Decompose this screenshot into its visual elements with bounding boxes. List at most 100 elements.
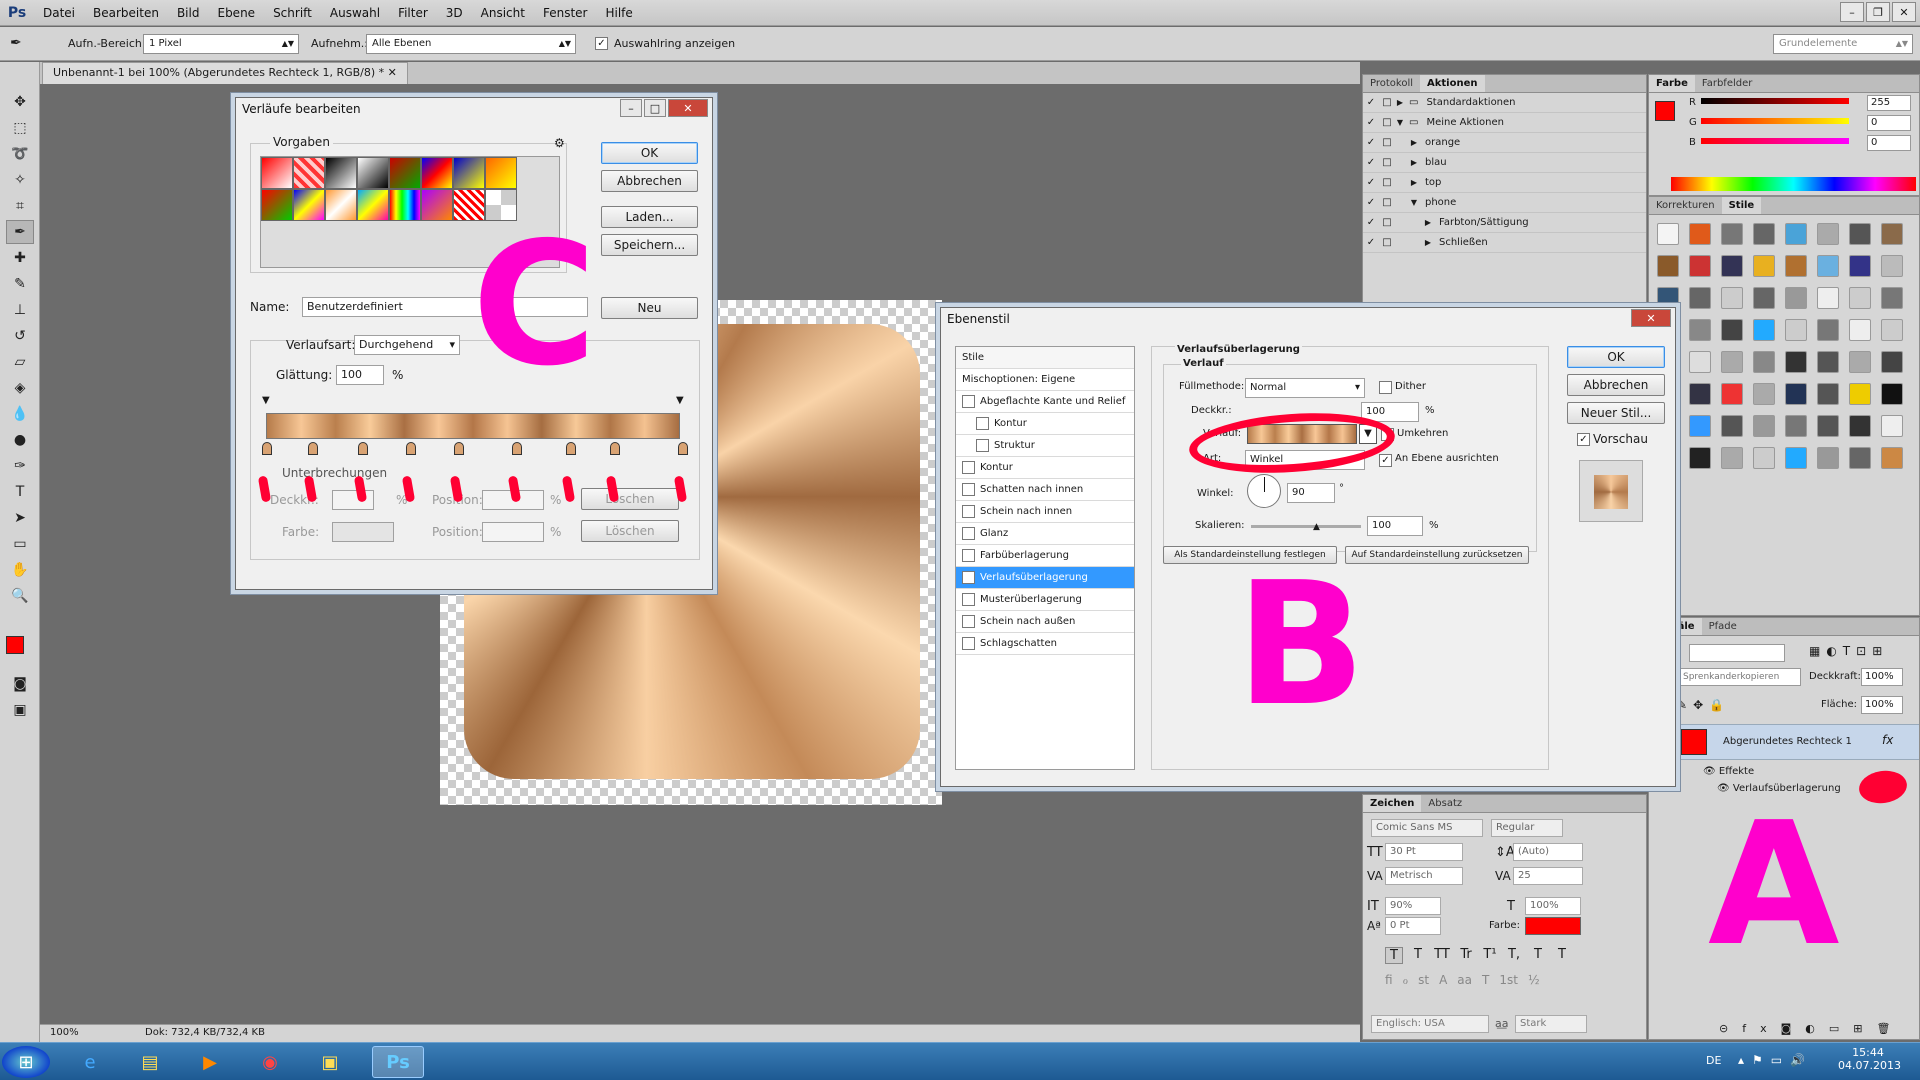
leading-input[interactable]: (Auto) bbox=[1513, 843, 1583, 861]
lasso-tool-icon[interactable]: ➰ bbox=[6, 142, 34, 166]
style-swatch[interactable] bbox=[1689, 447, 1711, 469]
style-item[interactable]: Schatten nach innen bbox=[956, 479, 1134, 501]
fx-icon[interactable]: fx bbox=[1882, 733, 1893, 747]
style-swatch[interactable] bbox=[1881, 223, 1903, 245]
style-swatch[interactable] bbox=[1721, 287, 1743, 309]
tab-pfade[interactable]: Pfade bbox=[1702, 618, 1744, 635]
style-item[interactable]: Kontur bbox=[956, 457, 1134, 479]
tab-protokoll[interactable]: Protokoll bbox=[1363, 75, 1420, 92]
style-swatch[interactable] bbox=[1753, 415, 1775, 437]
check-icon[interactable]: ✓ bbox=[1363, 97, 1379, 108]
action-row[interactable]: ✓ □ ▶ top bbox=[1363, 173, 1646, 193]
style-item-checkbox[interactable] bbox=[976, 417, 989, 430]
expand-icon[interactable]: ▶ bbox=[1395, 218, 1431, 227]
style-swatch[interactable] bbox=[1881, 287, 1903, 309]
menu-schrift[interactable]: Schrift bbox=[264, 0, 321, 26]
type-style-button[interactable]: T, bbox=[1505, 947, 1523, 964]
ok-button[interactable]: OK bbox=[601, 142, 698, 164]
style-swatch[interactable] bbox=[1721, 415, 1743, 437]
style-swatch[interactable] bbox=[1785, 351, 1807, 373]
style-swatch[interactable] bbox=[1753, 383, 1775, 405]
gradient-preset[interactable] bbox=[325, 157, 357, 189]
expand-icon[interactable]: ▶ bbox=[1395, 178, 1417, 187]
tab-farbe[interactable]: Farbe bbox=[1649, 75, 1695, 92]
layer-footer-icons[interactable]: ⊝fx◙◐▭⊞🗑 bbox=[1719, 1022, 1904, 1035]
action-row[interactable]: ✓ □ ▶ Farbton/Sättigung bbox=[1363, 213, 1646, 233]
maximize-icon[interactable]: □ bbox=[644, 99, 666, 117]
check-icon[interactable]: ✓ bbox=[1363, 117, 1379, 128]
baseline-input[interactable]: 0 Pt bbox=[1385, 917, 1441, 935]
dialog-toggle[interactable]: □ bbox=[1379, 137, 1395, 148]
language-indicator[interactable]: DE bbox=[1706, 1054, 1721, 1067]
check-icon[interactable]: ✓ bbox=[1363, 177, 1379, 188]
document-tab[interactable]: Unbenannt-1 bei 100% (Abgerundetes Recht… bbox=[42, 62, 408, 84]
crop-tool-icon[interactable]: ⌗ bbox=[6, 194, 34, 218]
stop-color-swatch[interactable] bbox=[332, 522, 394, 542]
style-item[interactable]: Kontur bbox=[956, 413, 1134, 435]
style-swatch[interactable] bbox=[1785, 319, 1807, 341]
type-style-button[interactable]: T bbox=[1529, 947, 1547, 964]
layer-row[interactable]: Abgerundetes Rechteck 1 fx bbox=[1649, 724, 1919, 760]
menu-filter[interactable]: Filter bbox=[389, 0, 437, 26]
color-stop[interactable] bbox=[610, 442, 620, 455]
check-icon[interactable]: ✓ bbox=[1363, 157, 1379, 168]
dodge-tool-icon[interactable]: ● bbox=[6, 428, 34, 452]
scale-slider-thumb[interactable]: ▲ bbox=[1313, 522, 1320, 532]
gradient-bar[interactable] bbox=[266, 413, 680, 439]
style-item-checkbox[interactable] bbox=[962, 549, 975, 562]
close-icon[interactable]: ✕ bbox=[1631, 309, 1671, 327]
style-swatch[interactable] bbox=[1689, 223, 1711, 245]
photoshop-taskbar-icon[interactable]: Ps bbox=[372, 1046, 424, 1078]
style-swatch[interactable] bbox=[1817, 223, 1839, 245]
clock[interactable]: 15:44 04.07.2013 bbox=[1838, 1046, 1901, 1072]
layer-name[interactable]: Abgerundetes Rechteck 1 bbox=[1723, 736, 1852, 747]
opentype-button[interactable]: A bbox=[1439, 973, 1447, 987]
style-swatch[interactable] bbox=[1753, 223, 1775, 245]
layer-fill-input[interactable]: 100% bbox=[1861, 696, 1903, 714]
style-item-checkbox[interactable] bbox=[962, 395, 975, 408]
magic-wand-tool-icon[interactable]: ✧ bbox=[6, 168, 34, 192]
style-swatch[interactable] bbox=[1881, 351, 1903, 373]
style-swatch[interactable] bbox=[1721, 447, 1743, 469]
style-swatch[interactable] bbox=[1753, 319, 1775, 341]
menu-ansicht[interactable]: Ansicht bbox=[472, 0, 534, 26]
font-family-select[interactable]: Comic Sans MS bbox=[1371, 819, 1483, 837]
style-item-checkbox[interactable] bbox=[962, 637, 975, 650]
scale-slider[interactable] bbox=[1251, 525, 1361, 528]
color-stop[interactable] bbox=[406, 442, 416, 455]
tab-absatz[interactable]: Absatz bbox=[1421, 795, 1469, 812]
menu-ebene[interactable]: Ebene bbox=[208, 0, 264, 26]
chrome-icon[interactable]: ◉ bbox=[244, 1046, 296, 1078]
sample-size-select[interactable]: 1 Pixel ▲▼ bbox=[143, 34, 299, 54]
style-item[interactable]: Schlagschatten bbox=[956, 633, 1134, 655]
minimize-icon[interactable]: – bbox=[620, 99, 642, 117]
style-swatch[interactable] bbox=[1721, 351, 1743, 373]
opentype-button[interactable]: T bbox=[1482, 973, 1489, 987]
style-swatch[interactable] bbox=[1689, 287, 1711, 309]
close-icon[interactable]: ✕ bbox=[668, 99, 708, 117]
show-ring-checkbox[interactable]: ✓ bbox=[595, 36, 608, 50]
type-tool-icon[interactable]: T bbox=[6, 480, 34, 504]
opacity-stop-left[interactable]: ▼ bbox=[262, 395, 270, 406]
style-item-checkbox[interactable] bbox=[962, 461, 975, 474]
dialog-toggle[interactable]: □ bbox=[1379, 177, 1395, 188]
start-button-icon[interactable]: ⊞ bbox=[2, 1046, 50, 1078]
style-item[interactable]: Schein nach außen bbox=[956, 611, 1134, 633]
type-style-button[interactable]: T¹ bbox=[1481, 947, 1499, 964]
gradient-preset[interactable] bbox=[293, 189, 325, 221]
char-color-swatch[interactable] bbox=[1525, 917, 1581, 935]
stop-color-position-input[interactable] bbox=[482, 522, 544, 542]
style-swatch[interactable] bbox=[1817, 447, 1839, 469]
style-swatch[interactable] bbox=[1657, 287, 1679, 309]
style-swatch[interactable] bbox=[1849, 415, 1871, 437]
style-swatch[interactable] bbox=[1881, 415, 1903, 437]
style-swatch[interactable] bbox=[1753, 255, 1775, 277]
new-gradient-button[interactable]: Neu bbox=[601, 297, 698, 319]
dialog-toggle[interactable]: □ bbox=[1379, 157, 1395, 168]
style-swatch[interactable] bbox=[1657, 223, 1679, 245]
expand-icon[interactable]: ▼ bbox=[1395, 118, 1403, 127]
tab-farbfelder[interactable]: Farbfelder bbox=[1695, 75, 1759, 92]
style-swatch[interactable] bbox=[1881, 383, 1903, 405]
tab-stile[interactable]: Stile bbox=[1721, 197, 1762, 214]
workspace-select[interactable]: Grundelemente ▲▼ bbox=[1773, 34, 1913, 54]
